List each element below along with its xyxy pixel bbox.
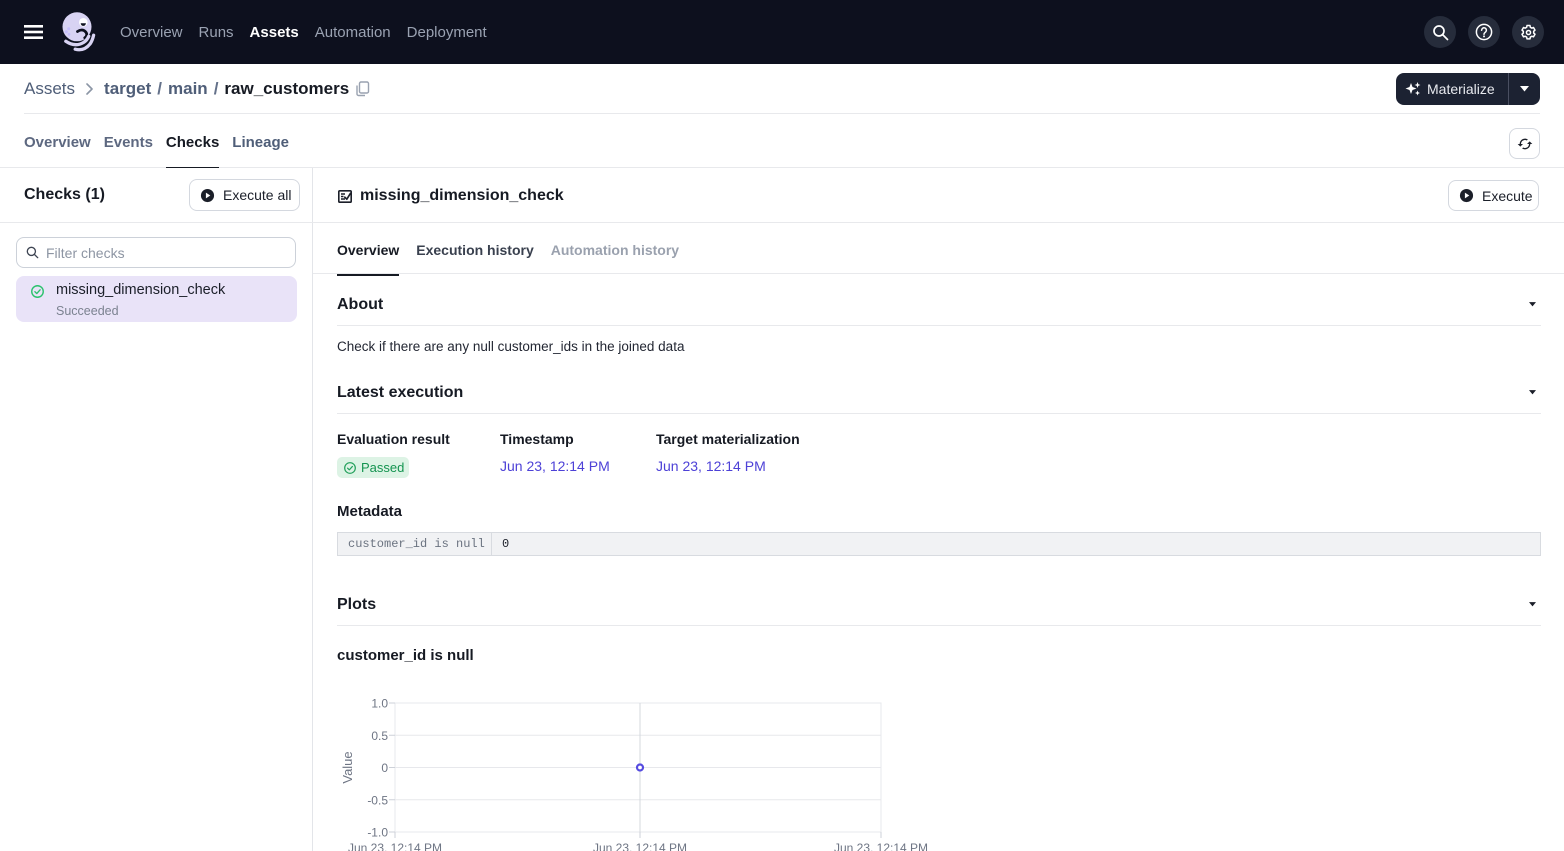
svg-text:0.5: 0.5: [371, 729, 388, 743]
svg-text:-1.0: -1.0: [367, 826, 388, 840]
svg-text:Value: Value: [340, 751, 355, 783]
svg-text:Jun 23, 12:14 PM: Jun 23, 12:14 PM: [348, 841, 442, 851]
svg-text:Jun 23, 12:14 PM: Jun 23, 12:14 PM: [834, 841, 928, 851]
svg-text:Jun 23, 12:14 PM: Jun 23, 12:14 PM: [593, 841, 687, 851]
svg-text:-0.5: -0.5: [367, 793, 388, 807]
svg-text:1.0: 1.0: [371, 697, 388, 711]
svg-text:0: 0: [381, 761, 388, 775]
